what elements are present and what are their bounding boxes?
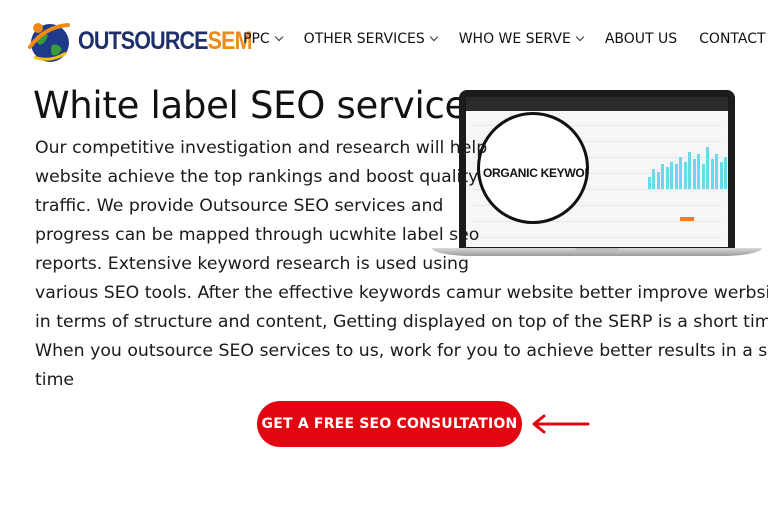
nav-item-contact-us[interactable]: CONTACT US [699,31,768,47]
hero-description: Our competitive investigation and resear… [35,134,768,395]
page-title: White label SEO services [33,84,486,127]
site-header: OUTSOURCESEM PPC OTHER SERVICES WHO WE S… [0,0,768,80]
paragraph-line: Our competitive investigation and resear… [35,138,488,158]
nav-item-who-we-serve[interactable]: WHO WE SERVE [458,31,585,47]
app-bar [466,97,728,111]
nav-item-ppc[interactable]: PPC [243,31,283,47]
nav-item-label: PPC [243,31,270,47]
main-nav: PPC OTHER SERVICES WHO WE SERVE ABOUT US… [243,31,768,47]
paragraph-line: reports. Extensive keyword research is u… [35,254,469,274]
paragraph-line: time [35,370,75,390]
nav-item-about-us[interactable]: ABOUT US [605,31,677,47]
logo-wordmark: OUTSOURCESEM [78,26,253,55]
paragraph-line: website achieve the top rankings and boo… [35,167,479,187]
left-arrow-icon [532,414,590,434]
nav-item-label: WHO WE SERVE [458,31,571,47]
paragraph-line: progress can be mapped through ucwhite l… [35,225,480,245]
chevron-down-icon [274,32,283,42]
paragraph-line: in terms of structure and content, Getti… [35,312,768,332]
paragraph-line: traffic. We provide Outsource SEO servic… [35,196,444,216]
globe-logo-icon [24,17,72,65]
paragraph-line: various SEO tools. After the effective k… [35,283,768,303]
chevron-down-icon [429,32,438,42]
free-consultation-button[interactable]: GET A FREE SEO CONSULTATION [257,401,522,447]
nav-item-label: OTHER SERVICES [303,31,425,47]
brand-logo[interactable]: OUTSOURCESEM [24,16,253,66]
chevron-down-icon [575,32,585,42]
nav-item-label: ABOUT US [604,31,678,47]
nav-item-other-services[interactable]: OTHER SERVICES [303,31,438,47]
paragraph-line: When you outsource SEO services to us, w… [35,341,768,361]
cta-label: GET A FREE SEO CONSULTATION [261,416,518,432]
nav-item-label: CONTACT US [699,31,768,47]
